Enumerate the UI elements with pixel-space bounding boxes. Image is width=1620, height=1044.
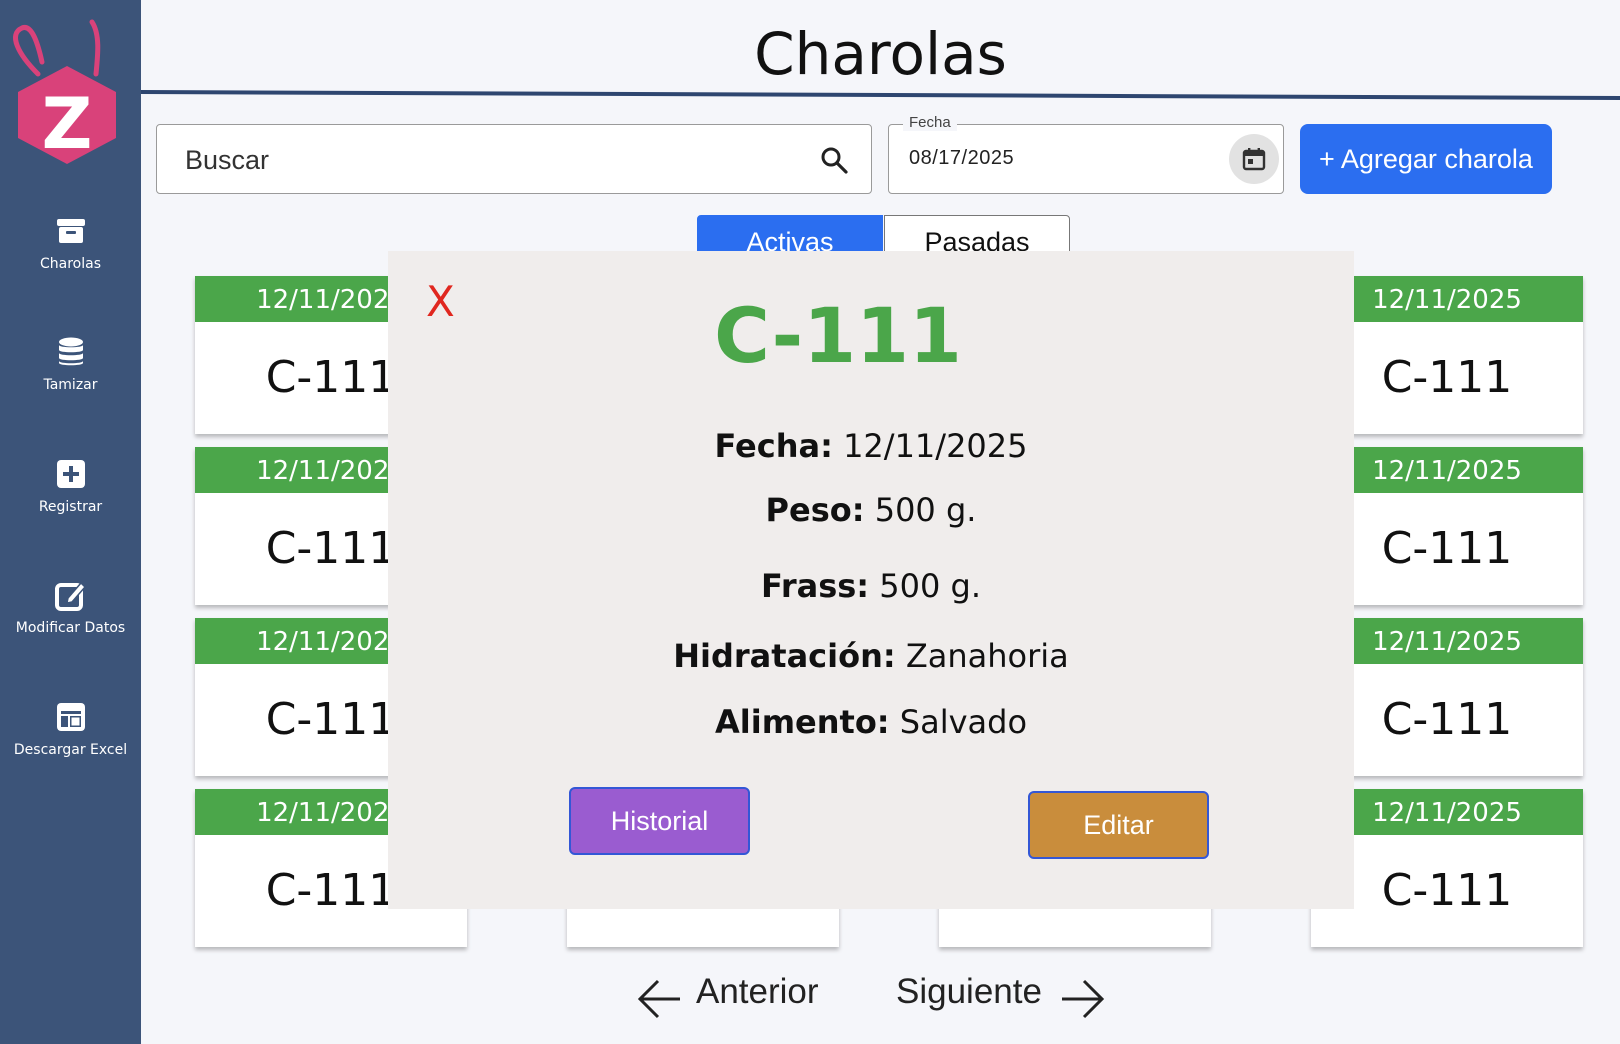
- search-input[interactable]: [183, 139, 787, 181]
- charola-detail-modal: X C-111 Fecha: 12/11/2025 Peso: 500 g. F…: [388, 251, 1354, 909]
- database-icon: [58, 337, 83, 366]
- alimento-value: Salvado: [899, 703, 1028, 741]
- plus-square-icon: [56, 460, 85, 488]
- hidratacion-row: Hidratación: Zanahoria: [388, 637, 1354, 675]
- hidratacion-value: Zanahoria: [905, 637, 1069, 675]
- historial-button[interactable]: Historial: [569, 787, 750, 855]
- date-field-value[interactable]: 08/17/2025: [909, 147, 1014, 170]
- previous-page-label: Anterior: [696, 972, 819, 1011]
- frass-value: 500 g.: [879, 567, 981, 605]
- sidebar-item-label: Modificar Datos: [15, 620, 126, 636]
- tab-pasadas[interactable]: Pasadas: [884, 215, 1070, 257]
- sidebar-item-registrar[interactable]: Registrar: [0, 457, 141, 517]
- fecha-row: Fecha: 12/11/2025: [388, 427, 1354, 465]
- peso-row: Peso: 500 g.: [388, 491, 1354, 529]
- sidebar-item-tamizar[interactable]: Tamizar: [0, 335, 141, 395]
- sidebar-item-descargar-excel[interactable]: Descargar Excel: [0, 700, 141, 760]
- sidebar-item-charolas[interactable]: Charolas: [0, 214, 141, 274]
- previous-page-button[interactable]: Anterior: [634, 966, 834, 1022]
- modal-title: C-111: [714, 291, 962, 380]
- frass-row: Frass: 500 g.: [388, 567, 1354, 605]
- date-field-label: Fecha: [903, 114, 957, 131]
- sidebar: Z Charolas Tamizar Registrar Modificar D…: [0, 0, 141, 1044]
- editar-button[interactable]: Editar: [1028, 791, 1209, 859]
- alimento-label: Alimento:: [714, 703, 890, 741]
- search-box[interactable]: [156, 124, 872, 194]
- arrow-right-icon: [1062, 979, 1105, 1019]
- fecha-label: Fecha:: [714, 427, 833, 465]
- sidebar-item-label: Descargar Excel: [13, 742, 128, 758]
- sidebar-item-modificar-datos[interactable]: Modificar Datos: [0, 578, 141, 638]
- add-charola-button[interactable]: + Agregar charola: [1300, 124, 1552, 194]
- date-field[interactable]: Fecha 08/17/2025: [888, 114, 1284, 194]
- logo-icon: Z: [13, 19, 116, 164]
- fecha-value: 12/11/2025: [843, 427, 1028, 465]
- sidebar-item-label: Registrar: [38, 499, 103, 515]
- next-page-button[interactable]: Siguiente: [896, 966, 1116, 1022]
- table-icon: [56, 703, 85, 731]
- tab-bar: Activas Pasadas: [697, 215, 1072, 257]
- title-divider: [141, 90, 1620, 100]
- peso-value: 500 g.: [874, 491, 977, 529]
- edit-icon: [54, 581, 86, 611]
- next-page-label: Siguiente: [896, 972, 1042, 1011]
- logo-letter: Z: [42, 83, 93, 164]
- sidebar-item-label: Tamizar: [43, 377, 98, 393]
- calendar-button[interactable]: [1229, 134, 1279, 184]
- archive-icon: [56, 219, 85, 243]
- hidratacion-label: Hidratación:: [673, 637, 896, 675]
- page-title: Charolas: [754, 20, 1007, 88]
- alimento-row: Alimento: Salvado: [388, 703, 1354, 741]
- sidebar-item-label: Charolas: [39, 256, 101, 272]
- peso-label: Peso:: [765, 491, 865, 529]
- frass-label: Frass:: [761, 567, 870, 605]
- tab-activas[interactable]: Activas: [697, 215, 883, 257]
- arrow-left-icon: [637, 979, 680, 1019]
- calendar-icon: [1242, 148, 1266, 171]
- search-icon[interactable]: [819, 145, 849, 175]
